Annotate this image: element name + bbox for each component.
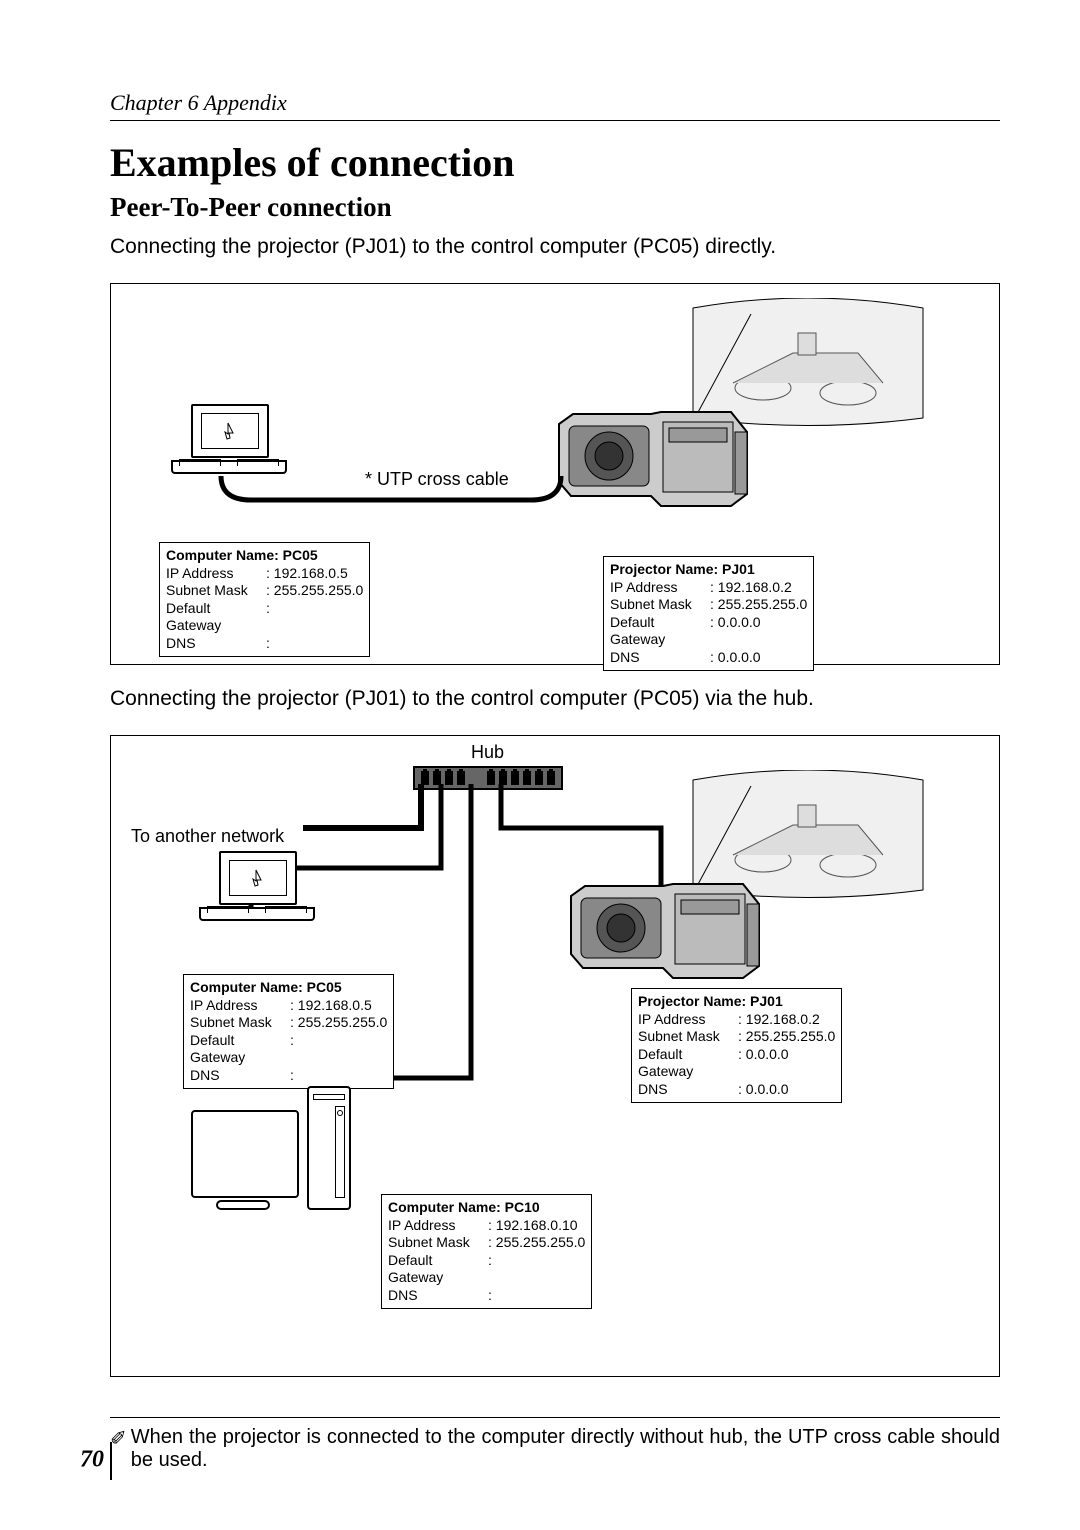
page-title: Examples of connection [110, 139, 1000, 186]
d2-pj01-ip-k: IP Address [638, 1011, 738, 1029]
pc05-mask-v: 255.255.255.0 [266, 582, 363, 600]
pc05-ip-k: IP Address [166, 565, 266, 583]
d2-pc05-gw-k: Default Gateway [190, 1032, 290, 1067]
d2-pc05-ip-v: 192.168.0.5 [290, 997, 372, 1015]
diagram-peer-to-peer: * UTP cross cable Computer Name: PC05 IP… [110, 283, 1000, 665]
d2-pc05-gw-v [290, 1032, 294, 1067]
pc05-ip-v: 192.168.0.5 [266, 565, 348, 583]
d2-pc10-mask-k: Subnet Mask [388, 1234, 488, 1252]
d2-pc10-ip-k: IP Address [388, 1217, 488, 1235]
d2-pj01-ip-v: 192.168.0.2 [738, 1011, 820, 1029]
pj01-title: Projector Name: PJ01 [610, 561, 807, 579]
d2-pj01-gw-k: Default Gateway [638, 1046, 738, 1081]
pencil-icon: ✐ [110, 1426, 127, 1451]
page-number: 70 [80, 1442, 112, 1480]
d2-pj01-title: Projector Name: PJ01 [638, 993, 835, 1011]
footnote-text: When the projector is connected to the c… [131, 1426, 1000, 1472]
footnote: ✐ When the projector is connected to the… [110, 1426, 1000, 1472]
laptop-icon-2 [219, 851, 315, 921]
d2-pc10-gw-v [488, 1252, 492, 1287]
laptop-icon [191, 404, 287, 474]
d2-pc05-ip-k: IP Address [190, 997, 290, 1015]
intro-text-1: Connecting the projector (PJ01) to the c… [110, 235, 1000, 259]
d2-pc05-dns-v [290, 1067, 294, 1085]
d2-pj01-mask-k: Subnet Mask [638, 1028, 738, 1046]
d2-pj01-mask-v: 255.255.255.0 [738, 1028, 835, 1046]
pj01-mask-k: Subnet Mask [610, 596, 710, 614]
d2-pc10-title: Computer Name: PC10 [388, 1199, 585, 1217]
d2-pc10-dns-v [488, 1287, 492, 1305]
d2-pj01-dns-k: DNS [638, 1081, 738, 1099]
projector-icon-2 [563, 876, 763, 986]
hub-label: Hub [471, 742, 504, 763]
d2-pc10-ip-v: 192.168.0.10 [488, 1217, 578, 1235]
pj01-info-box: Projector Name: PJ01 IP Address192.168.0… [603, 556, 814, 671]
pj01-dns-v: 0.0.0.0 [710, 649, 761, 667]
pc05-dns-v [266, 635, 270, 653]
section-subtitle: Peer-To-Peer connection [110, 192, 1000, 223]
pj01-mask-v: 255.255.255.0 [710, 596, 807, 614]
pc05-mask-k: Subnet Mask [166, 582, 266, 600]
pj01-gw-v: 0.0.0.0 [710, 614, 761, 649]
pc05-title: Computer Name: PC05 [166, 547, 363, 565]
pc05-gw-v [266, 600, 270, 635]
d2-pc05-mask-v: 255.255.255.0 [290, 1014, 387, 1032]
projector-icon [551, 404, 751, 514]
pc05-info-box: Computer Name: PC05 IP Address192.168.0.… [159, 542, 370, 657]
d2-pj01-info-box: Projector Name: PJ01 IP Address192.168.0… [631, 988, 842, 1103]
d2-pj01-gw-v: 0.0.0.0 [738, 1046, 789, 1081]
d2-pc05-title: Computer Name: PC05 [190, 979, 387, 997]
pj01-gw-k: Default Gateway [610, 614, 710, 649]
desktop-pc-icon [191, 1086, 351, 1210]
d2-pc10-info-box: Computer Name: PC10 IP Address192.168.0.… [381, 1194, 592, 1309]
d2-pc10-gw-k: Default Gateway [388, 1252, 488, 1287]
d2-pc05-mask-k: Subnet Mask [190, 1014, 290, 1032]
diagram-hub-connection: Hub To another network [110, 735, 1000, 1377]
d2-pc05-info-box: Computer Name: PC05 IP Address192.168.0.… [183, 974, 394, 1089]
pj01-dns-k: DNS [610, 649, 710, 667]
d2-pj01-dns-v: 0.0.0.0 [738, 1081, 789, 1099]
intro-text-2: Connecting the projector (PJ01) to the c… [110, 687, 1000, 711]
pc05-dns-k: DNS [166, 635, 266, 653]
pc05-gw-k: Default Gateway [166, 600, 266, 635]
pj01-ip-v: 192.168.0.2 [710, 579, 792, 597]
d2-pc10-mask-v: 255.255.255.0 [488, 1234, 585, 1252]
d2-pc10-dns-k: DNS [388, 1287, 488, 1305]
d2-pc05-dns-k: DNS [190, 1067, 290, 1085]
chapter-label: Chapter 6 Appendix [110, 90, 287, 115]
pj01-ip-k: IP Address [610, 579, 710, 597]
